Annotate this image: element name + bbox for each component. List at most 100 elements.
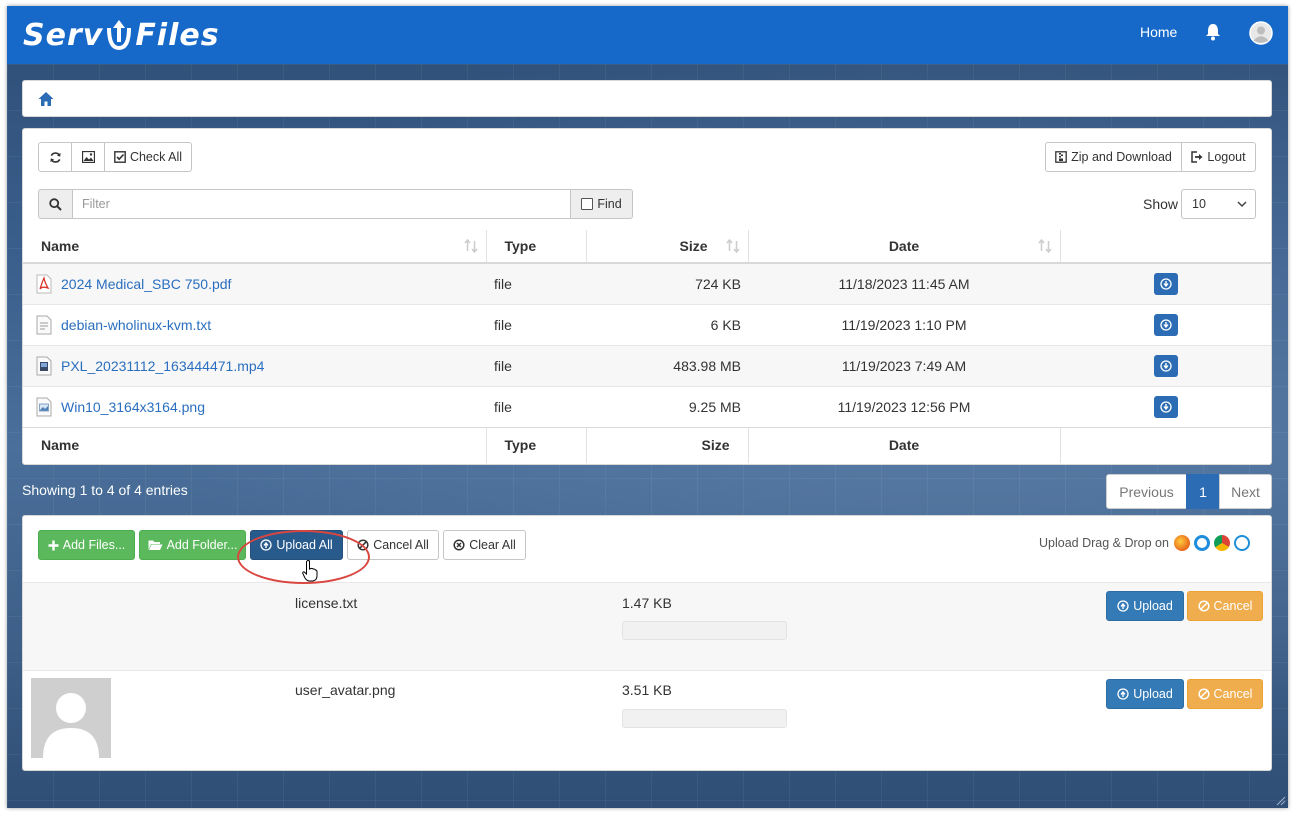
resize-grip-icon[interactable] (1274, 794, 1286, 806)
download-button[interactable] (1153, 395, 1178, 418)
upload-button[interactable]: Upload (1106, 591, 1184, 621)
zip-download-label: Zip and Download (1071, 150, 1172, 164)
file-list-panel: Check All Zip and Download Logout Filter… (22, 128, 1272, 465)
cancel-button[interactable]: Cancel (1187, 591, 1263, 621)
filter-input[interactable] (72, 189, 571, 219)
footer-actions (1060, 426, 1271, 463)
check-all-button[interactable]: Check All (104, 142, 192, 172)
checkbox-checked-icon (114, 151, 126, 163)
bell-icon[interactable] (1204, 22, 1222, 42)
servu-logo[interactable]: Serv Files (23, 15, 220, 55)
pdf-file-icon (36, 274, 52, 294)
check-all-label: Check All (129, 150, 183, 164)
sort-icon (463, 239, 478, 253)
logout-button[interactable]: Logout (1181, 142, 1256, 172)
clear-all-button[interactable]: Clear All (443, 530, 526, 560)
show-label: Show (1143, 196, 1179, 212)
find-toggle[interactable]: Find (570, 189, 633, 219)
upload-circle-icon (1117, 688, 1129, 700)
add-files-button[interactable]: Add Files... (38, 530, 135, 560)
text-file-icon (36, 315, 52, 334)
chrome-icon (1213, 535, 1230, 551)
filter-search-addon (38, 189, 73, 219)
upload-file-size: 1.47 KB (622, 595, 672, 611)
column-header-size[interactable]: Size (586, 230, 749, 264)
add-folder-label: Add Folder... (166, 538, 238, 552)
chevron-down-icon (1237, 201, 1247, 208)
file-date: 11/19/2023 7:49 AM (748, 344, 1060, 386)
upload-progress-bar (622, 621, 787, 640)
file-size: 9.25 MB (586, 385, 748, 427)
plus-icon (48, 540, 59, 550)
file-size: 483.98 MB (586, 344, 748, 386)
download-button[interactable] (1153, 313, 1178, 336)
column-header-date[interactable]: Date (748, 230, 1061, 264)
cancel-label: Cancel (1213, 599, 1253, 613)
image-file-icon (36, 397, 52, 416)
next-page-button[interactable]: Next (1219, 474, 1272, 509)
ban-icon (1197, 600, 1210, 612)
cancel-all-button[interactable]: Cancel All (347, 530, 439, 560)
upload-label: Upload (1133, 599, 1173, 613)
table-row: PXL_20231112_163444471.mp4 file 483.98 M… (23, 344, 1271, 386)
zip-download-button[interactable]: Zip and Download (1045, 142, 1182, 172)
file-link[interactable]: PXL_20231112_163444471.mp4 (31, 356, 478, 376)
file-type: file (486, 262, 586, 304)
file-link[interactable]: Win10_3164x3164.png (31, 397, 478, 417)
footer-date: Date (748, 426, 1061, 463)
video-file-icon (36, 356, 52, 375)
add-files-label: Add Files... (62, 538, 126, 552)
page-size-select[interactable]: 10 (1181, 189, 1256, 219)
table-footer-row: Name Type Size Date (23, 426, 1271, 463)
logo-text-right: Files (135, 17, 220, 53)
entries-info: Showing 1 to 4 of 4 entries (22, 482, 188, 498)
file-date: 11/19/2023 1:10 PM (748, 303, 1060, 345)
table-row: Win10_3164x3164.png file 9.25 MB 11/19/2… (23, 385, 1271, 427)
user-silhouette-icon (43, 693, 99, 758)
download-button[interactable] (1153, 354, 1178, 377)
download-icon (1159, 359, 1172, 372)
ban-icon (1197, 688, 1210, 700)
file-name: 2024 Medical_SBC 750.pdf (61, 275, 232, 292)
sort-icon (1037, 239, 1052, 253)
refresh-button[interactable] (38, 142, 72, 172)
home-icon[interactable] (37, 90, 55, 108)
ie-icon (1193, 535, 1210, 551)
file-link[interactable]: debian-wholinux-kvm.txt (31, 315, 478, 335)
upload-all-button[interactable]: Upload All (250, 530, 343, 560)
footer-name: Name (23, 426, 487, 463)
upload-button[interactable]: Upload (1106, 679, 1184, 709)
file-name: Win10_3164x3164.png (61, 398, 206, 415)
file-date: 11/19/2023 12:56 PM (748, 385, 1060, 427)
safari-icon (1233, 535, 1250, 551)
search-icon (49, 197, 62, 211)
image-icon (81, 151, 95, 163)
app-window: Serv Files Home Check All Zip and Downlo… (7, 6, 1288, 808)
cancel-all-label: Cancel All (373, 538, 429, 552)
upload-circle-icon (260, 539, 272, 551)
page-1-button[interactable]: 1 (1186, 474, 1220, 509)
column-header-actions (1060, 230, 1271, 264)
folder-open-icon (148, 540, 163, 550)
upload-circle-icon (1117, 600, 1129, 612)
column-header-type: Type (486, 230, 587, 264)
logout-icon (1191, 151, 1203, 163)
hand-cursor-icon (302, 560, 318, 582)
cancel-label: Cancel (1213, 687, 1253, 701)
nav-home-link[interactable]: Home (1140, 24, 1177, 40)
user-avatar-icon[interactable] (1249, 21, 1273, 45)
logo-arrow-icon (105, 18, 133, 52)
download-button[interactable] (1153, 272, 1178, 295)
file-name: debian-wholinux-kvm.txt (61, 316, 212, 333)
find-checkbox[interactable] (581, 198, 594, 210)
previous-page-button[interactable]: Previous (1106, 474, 1187, 509)
upload-file-name: license.txt (295, 595, 358, 611)
gallery-view-button[interactable] (71, 142, 105, 172)
page-size-value: 10 (1192, 197, 1206, 211)
upload-item: license.txt 1.47 KB Upload Cancel (23, 582, 1271, 670)
cancel-button[interactable]: Cancel (1187, 679, 1263, 709)
clear-all-label: Clear All (469, 538, 516, 552)
add-folder-button[interactable]: Add Folder... (139, 530, 246, 560)
column-header-name[interactable]: Name (23, 230, 487, 264)
file-link[interactable]: 2024 Medical_SBC 750.pdf (31, 274, 478, 294)
